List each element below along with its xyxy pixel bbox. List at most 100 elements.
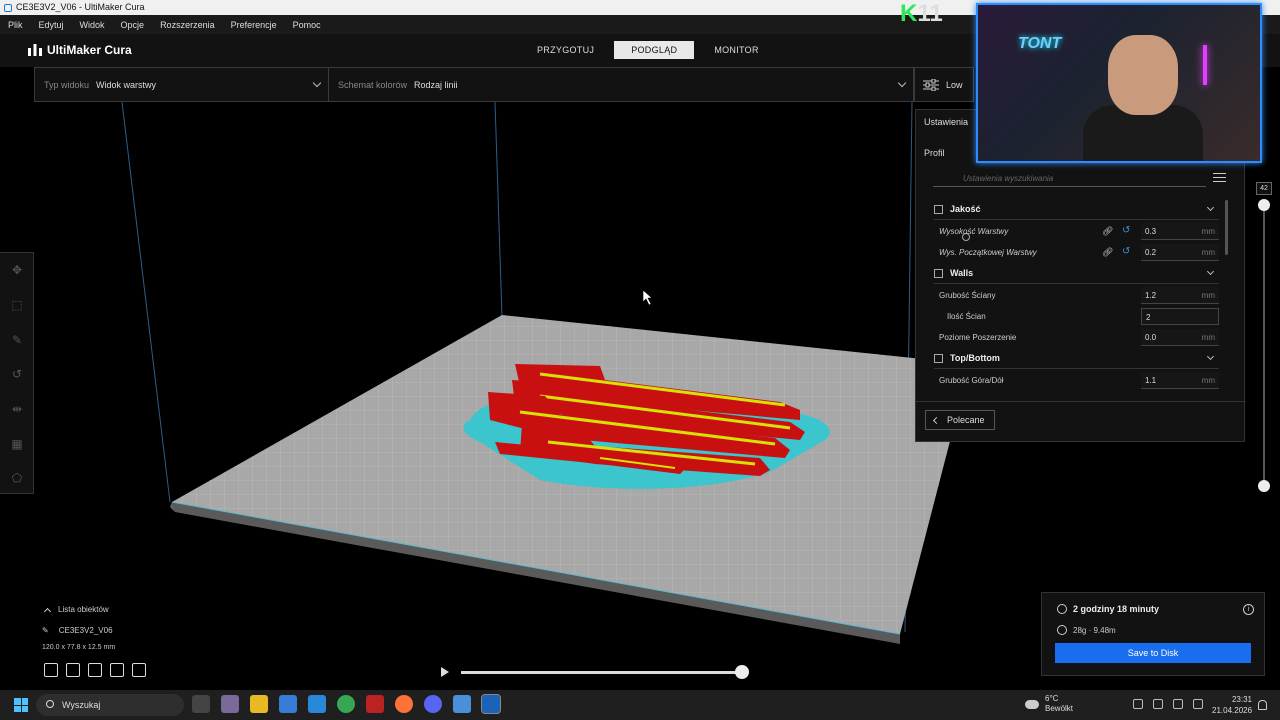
clock-icon	[1057, 604, 1067, 614]
mouse-cursor-icon	[642, 289, 653, 306]
save-to-disk-button[interactable]: Save to Disk	[1055, 643, 1251, 663]
horizontal-expansion-input[interactable]: 0.0 mm	[1141, 329, 1219, 346]
webcam-person-head	[1108, 35, 1178, 115]
per-model-settings-icon[interactable]: ▦	[10, 437, 24, 451]
store-icon[interactable]	[279, 695, 297, 713]
weather-widget[interactable]: 6°C Bewölkt	[1025, 694, 1073, 714]
path-slider-handle[interactable]	[735, 665, 749, 679]
color-scheme-dropdown[interactable]: Schemat kolorów Rodzaj linii	[329, 68, 913, 101]
view-type-label: Typ widoku	[44, 79, 90, 90]
3d-view-icon[interactable]	[44, 663, 58, 677]
menu-options[interactable]: Opcje	[113, 20, 153, 30]
discord-icon[interactable]	[424, 695, 442, 713]
setting-wall-thickness: Grubość Ściany 1.2 mm	[939, 285, 1219, 306]
taskbar-clock[interactable]: 23:31 21.04.2026	[1212, 694, 1252, 716]
layer-height-input[interactable]: 0.3 mm	[1141, 223, 1219, 240]
link-icon[interactable]: 🔗︎	[1102, 247, 1113, 257]
object-list-item[interactable]: ✎ CE3E3V2_V06	[42, 626, 113, 635]
profile-short-label: Low	[946, 79, 963, 90]
settings-search-input[interactable]: Ustawienia wyszukiwania	[933, 170, 1206, 187]
taskbar-search[interactable]: Wyszukaj	[36, 694, 184, 716]
tab-monitor[interactable]: MONITOR	[702, 41, 770, 59]
object-list-header: Lista obiektów	[58, 605, 109, 614]
wall-count-input[interactable]: 2	[1141, 308, 1219, 325]
view-type-dropdown[interactable]: Typ widoku Widok warstwy	[35, 68, 329, 101]
move-tool-icon[interactable]: ✥	[10, 263, 24, 277]
tab-preview[interactable]: PODGLĄD	[614, 41, 695, 59]
category-label: Jakość	[950, 204, 981, 214]
microphone-icon[interactable]	[1153, 699, 1163, 709]
right-view-icon[interactable]	[132, 663, 146, 677]
chrome-icon[interactable]	[337, 695, 355, 713]
window-title: CE3E3V2_V06 - UltiMaker Cura	[16, 2, 145, 12]
setting-wall-count: Ilość Ścian 2	[939, 306, 1219, 327]
chevron-down-icon	[897, 78, 907, 88]
topbottom-thickness-input[interactable]: 1.1 mm	[1141, 372, 1219, 389]
print-settings-button[interactable]: Low	[914, 67, 974, 102]
object-list-toggle[interactable]: Lista obiektów	[42, 605, 109, 615]
menu-file[interactable]: Plik	[0, 20, 31, 30]
panel-divider	[916, 401, 1246, 402]
menu-edit[interactable]: Edytuj	[31, 20, 72, 30]
scale-tool-icon[interactable]: ⬚	[10, 298, 24, 312]
stream-badge: K11	[900, 0, 943, 28]
app-icon[interactable]	[366, 695, 384, 713]
front-view-icon[interactable]	[66, 663, 80, 677]
notification-icon[interactable]	[1258, 700, 1267, 710]
cura-taskbar-icon[interactable]	[481, 694, 501, 714]
support-blocker-icon[interactable]: ⬠	[10, 471, 24, 485]
object-list: Lista obiektów ✎ CE3E3V2_V06 120.0 x 77.…	[42, 605, 115, 651]
rotate-tool-icon[interactable]: ✎	[10, 333, 24, 347]
windows-start-icon[interactable]	[14, 698, 28, 712]
initial-layer-height-input[interactable]: 0.2 mm	[1141, 244, 1219, 261]
left-view-icon[interactable]	[110, 663, 124, 677]
menu-view[interactable]: Widok	[72, 20, 113, 30]
app-icon[interactable]	[221, 695, 239, 713]
top-view-icon[interactable]	[88, 663, 102, 677]
setting-topbottom-thickness: Grubość Góra/Dół 1.1 mm	[939, 370, 1219, 391]
settings-menu-icon[interactable]	[1213, 173, 1226, 185]
panel-scrollbar[interactable]	[1225, 200, 1228, 255]
field-value: 1.1	[1145, 376, 1157, 385]
category-topbottom[interactable]: Top/Bottom	[934, 348, 1219, 369]
sliders-icon	[923, 78, 939, 91]
layer-slider-bottom-handle[interactable]	[1258, 480, 1270, 492]
recommended-label: Polecane	[947, 415, 985, 425]
tab-prepare[interactable]: PRZYGOTUJ	[525, 41, 606, 59]
photos-icon[interactable]	[453, 695, 471, 713]
wall-thickness-input[interactable]: 1.2 mm	[1141, 287, 1219, 304]
play-icon[interactable]	[441, 667, 449, 677]
category-quality[interactable]: Jakość	[934, 199, 1219, 220]
cloud-icon	[1025, 699, 1039, 709]
menu-help[interactable]: Pomoc	[285, 20, 329, 30]
category-walls[interactable]: Walls	[934, 263, 1219, 284]
field-value: 1.2	[1145, 291, 1157, 300]
chevron-up-icon[interactable]	[1133, 699, 1143, 709]
layer-slider-top-handle[interactable]	[1258, 199, 1270, 211]
menu-preferences[interactable]: Preferencje	[223, 20, 285, 30]
search-icon	[46, 700, 54, 708]
path-slider-track[interactable]	[461, 671, 742, 674]
layer-number-badge[interactable]: 42	[1256, 182, 1272, 195]
firefox-icon[interactable]	[395, 695, 413, 713]
cura-app-icon	[4, 3, 12, 12]
menu-extensions[interactable]: Rozszerzenia	[152, 20, 223, 30]
webcam-overlay: TONT	[976, 3, 1262, 163]
walls-category-icon	[934, 268, 943, 278]
volume-icon[interactable]	[1193, 699, 1203, 709]
undo-rotate-icon[interactable]: ↺	[10, 367, 24, 381]
task-view-icon[interactable]	[192, 695, 210, 713]
reset-icon[interactable]: ↺	[1122, 247, 1132, 257]
mirror-tool-icon[interactable]: ⇹	[10, 402, 24, 416]
file-explorer-icon[interactable]	[250, 695, 268, 713]
mail-icon[interactable]	[308, 695, 326, 713]
setting-initial-layer-height: Wys. Początkowej Warstwy 🔗︎ ↺ 0.2 mm	[939, 242, 1219, 263]
network-icon[interactable]	[1173, 699, 1183, 709]
recommended-button[interactable]: Polecane	[925, 410, 995, 430]
link-icon[interactable]: 🔗︎	[1102, 226, 1113, 236]
setting-label: Ilość Ścian	[947, 312, 986, 321]
info-icon[interactable]: i	[1243, 604, 1254, 615]
reset-icon[interactable]: ↺	[1122, 226, 1132, 236]
field-value: 0.3	[1145, 227, 1157, 236]
layer-slider-track[interactable]	[1263, 200, 1265, 490]
